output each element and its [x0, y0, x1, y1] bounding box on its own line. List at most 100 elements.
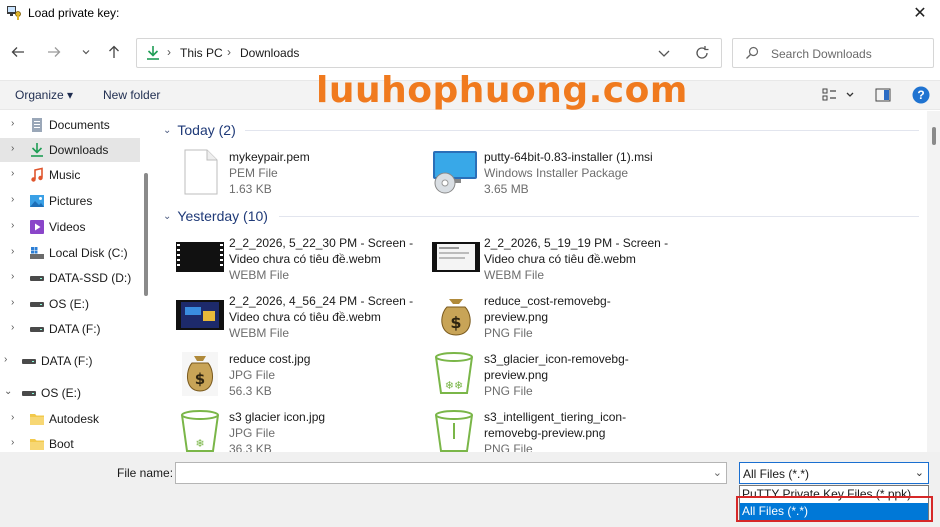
- file-type: JPG File: [229, 426, 276, 440]
- window-title: Load private key:: [28, 6, 120, 20]
- organize-button[interactable]: Organize ▾: [15, 88, 73, 102]
- navigation-bar: › This PC › Downloads: [0, 30, 940, 74]
- sidebar-item-pictures[interactable]: › Pictures: [0, 189, 140, 213]
- sidebar-item-label: Downloads: [49, 143, 109, 157]
- expand-chevron-icon[interactable]: ›: [11, 322, 21, 333]
- folder-icon: [30, 414, 44, 425]
- file-size: 36.3 KB: [229, 442, 272, 452]
- highlight-box: [736, 496, 933, 522]
- breadcrumb-downloads[interactable]: Downloads: [240, 46, 299, 60]
- view-options-button[interactable]: [822, 87, 856, 106]
- group-header-today[interactable]: ⌄ Today (2): [163, 119, 236, 141]
- list-item[interactable]: $ reduce cost.jpg JPG File 56.3 KB: [175, 351, 425, 403]
- expand-chevron-icon[interactable]: ›: [11, 271, 21, 282]
- sidebar-item-autodesk[interactable]: › Autodesk: [0, 407, 140, 431]
- collapse-chevron-icon: ⌄: [163, 210, 172, 222]
- sidebar-scrollbar[interactable]: [144, 173, 148, 296]
- sidebar-item-os-e[interactable]: › OS (E:): [0, 292, 140, 316]
- chevron-down-icon[interactable]: ⌄: [915, 466, 924, 479]
- drive-icon: [30, 276, 44, 281]
- close-icon: ✕: [913, 5, 927, 22]
- forward-button[interactable]: [44, 42, 64, 62]
- file-type: JPG File: [229, 368, 276, 382]
- file-name-label: File name:: [117, 466, 174, 480]
- sidebar-item-label: OS (E:): [41, 386, 82, 400]
- expand-chevron-icon[interactable]: ›: [11, 118, 21, 129]
- expand-chevron-icon[interactable]: ›: [11, 437, 21, 448]
- svg-text:$: $: [195, 370, 205, 388]
- expand-chevron-icon[interactable]: ›: [11, 194, 21, 205]
- sidebar-item-music[interactable]: › Music: [0, 163, 140, 187]
- file-name-field[interactable]: ⌄: [175, 462, 727, 484]
- list-item[interactable]: 2_2_2026, 5_22_30 PM - Screen - Video ch…: [175, 235, 425, 287]
- breadcrumb-separator: ›: [167, 45, 171, 59]
- sidebar-item-label: DATA (F:): [41, 354, 93, 368]
- refresh-icon: [696, 46, 709, 59]
- chevron-down-icon[interactable]: ⌄: [713, 466, 722, 479]
- list-item[interactable]: 2_2_2026, 4_56_24 PM - Screen - Video ch…: [175, 293, 425, 345]
- up-button[interactable]: [104, 42, 124, 62]
- file-name-input[interactable]: [176, 463, 696, 483]
- search-box[interactable]: [732, 38, 934, 68]
- address-history-icon[interactable]: [657, 46, 671, 60]
- sidebar-item-videos[interactable]: › Videos: [0, 215, 140, 239]
- sidebar-item-boot[interactable]: › Boot: [0, 432, 140, 452]
- arrow-left-icon: [11, 47, 24, 57]
- drive-icon: [30, 327, 44, 332]
- file-type: WEBM File: [229, 268, 289, 282]
- list-item[interactable]: putty-64bit-0.83-installer (1).msi Windo…: [431, 149, 681, 201]
- file-list-scrollbar[interactable]: [932, 127, 936, 145]
- expand-chevron-icon[interactable]: ›: [11, 246, 21, 257]
- list-item[interactable]: s3_intelligent_tiering_icon-removebg-pre…: [431, 409, 681, 452]
- sidebar-item-downloads[interactable]: › Downloads: [0, 138, 140, 162]
- title-bar: Load private key: ✕: [0, 0, 940, 26]
- collapse-chevron-icon[interactable]: ⌄: [4, 386, 14, 397]
- file-type-select[interactable]: All Files (*.*) ⌄: [739, 462, 929, 484]
- dialog-footer: File name: ⌄ All Files (*.*) ⌄ PuTTY Pri…: [0, 452, 940, 527]
- list-item[interactable]: mykeypair.pem PEM File 1.63 KB: [179, 149, 429, 201]
- sidebar-item-local-disk-c[interactable]: › Local Disk (C:): [0, 241, 140, 265]
- recent-locations-button[interactable]: [76, 42, 96, 62]
- search-icon: [746, 46, 759, 59]
- preview-pane-icon: [875, 88, 891, 102]
- breadcrumb-separator: ›: [227, 45, 231, 59]
- breadcrumb-this-pc[interactable]: This PC: [180, 46, 223, 60]
- sidebar-item-os-e-root[interactable]: ⌄ OS (E:): [0, 381, 140, 405]
- download-icon: [31, 143, 43, 157]
- list-item[interactable]: 2_2_2026, 5_19_19 PM - Screen - Video ch…: [431, 235, 681, 287]
- file-type: PEM File: [229, 166, 278, 180]
- refresh-button[interactable]: [693, 45, 711, 63]
- file-type-selected-value: All Files (*.*): [743, 467, 810, 481]
- file-list: ⌄ Today (2) mykeypair.pem PEM File 1.63 …: [155, 111, 940, 452]
- file-type: WEBM File: [484, 268, 544, 282]
- preview-pane-button[interactable]: [875, 87, 891, 106]
- file-type: PNG File: [484, 384, 533, 398]
- expand-chevron-icon[interactable]: ›: [11, 297, 21, 308]
- group-header-yesterday[interactable]: ⌄ Yesterday (10): [163, 205, 268, 227]
- expand-chevron-icon[interactable]: ›: [11, 412, 21, 423]
- close-button[interactable]: ✕: [900, 0, 940, 26]
- file-type: WEBM File: [229, 326, 289, 340]
- list-item[interactable]: $ reduce_cost-removebg-preview.png PNG F…: [431, 293, 681, 345]
- sidebar-item-data-f[interactable]: › DATA (F:): [0, 317, 140, 341]
- help-button[interactable]: ?: [912, 86, 930, 107]
- search-input[interactable]: [771, 45, 926, 63]
- documents-icon: [32, 118, 42, 132]
- list-item[interactable]: ❄❄ s3_glacier_icon-removebg-preview.png …: [431, 351, 681, 403]
- sidebar-item-data-ssd-d[interactable]: › DATA-SSD (D:): [0, 266, 140, 290]
- expand-chevron-icon[interactable]: ›: [11, 143, 21, 154]
- file-name: 2_2_2026, 5_22_30 PM - Screen - Video ch…: [229, 236, 414, 266]
- file-name: s3 glacier icon.jpg: [229, 410, 326, 424]
- expand-chevron-icon[interactable]: ›: [11, 168, 21, 179]
- file-name: mykeypair.pem: [229, 150, 310, 164]
- expand-chevron-icon[interactable]: ›: [4, 354, 14, 365]
- file-size: 56.3 KB: [229, 384, 272, 398]
- list-item[interactable]: ❄ s3 glacier icon.jpg JPG File 36.3 KB: [175, 409, 425, 452]
- video-thumb-icon: [176, 300, 224, 330]
- sidebar-item-documents[interactable]: › Documents: [0, 113, 140, 137]
- address-bar[interactable]: › This PC › Downloads: [136, 38, 722, 68]
- expand-chevron-icon[interactable]: ›: [11, 220, 21, 231]
- sidebar-item-data-f-root[interactable]: › DATA (F:): [0, 349, 140, 373]
- back-button[interactable]: [8, 42, 28, 62]
- new-folder-button[interactable]: New folder: [103, 88, 160, 102]
